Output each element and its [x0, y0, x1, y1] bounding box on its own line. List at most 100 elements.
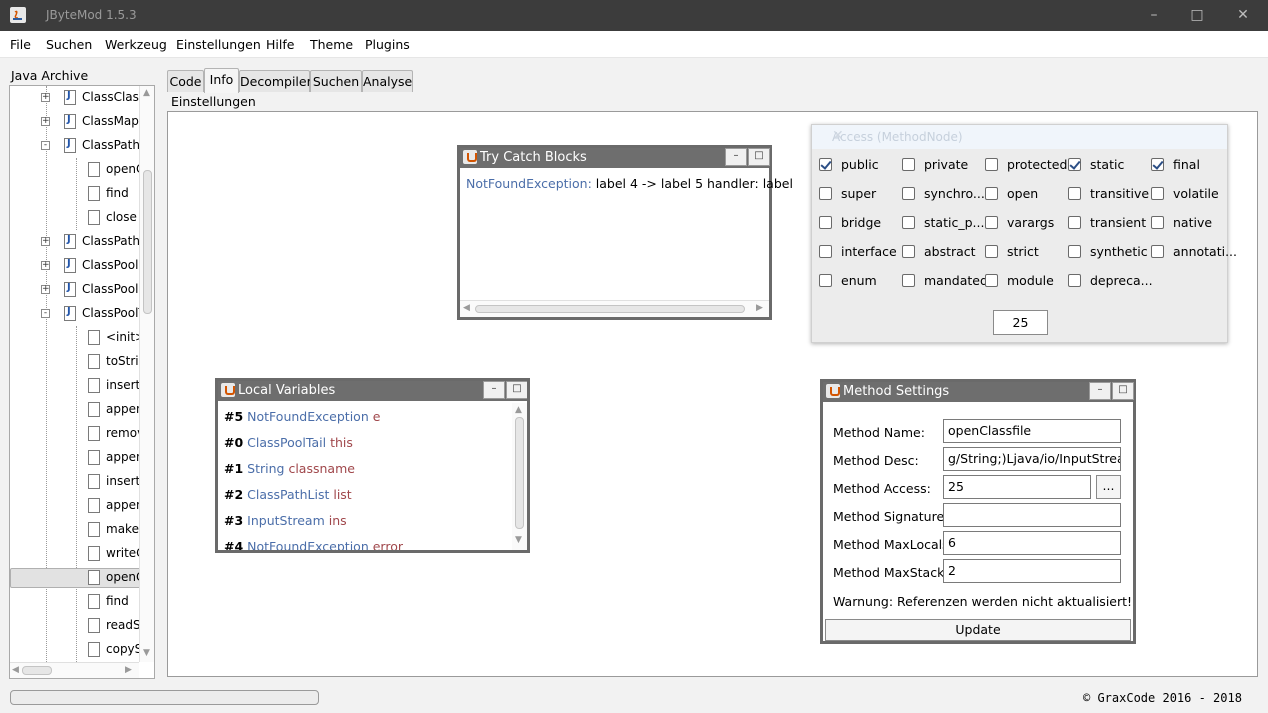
- expand-icon[interactable]: +: [41, 117, 50, 126]
- unchecked-box-icon[interactable]: [819, 187, 832, 200]
- try-catch-hscrollbar[interactable]: ◀ ▶: [460, 300, 769, 317]
- access-flag-checkbox[interactable]: synchro...: [902, 186, 985, 202]
- close-icon[interactable]: ✕: [1220, 0, 1266, 31]
- local-variable-row[interactable]: #4 NotFoundException error: [224, 539, 403, 550]
- tree-class-item[interactable]: +ClassClassP: [40, 88, 154, 110]
- method-desc-field[interactable]: g/String;)Ljava/io/InputStream;: [943, 447, 1121, 471]
- unchecked-box-icon[interactable]: [985, 216, 998, 229]
- unchecked-box-icon[interactable]: [819, 216, 832, 229]
- unchecked-box-icon[interactable]: [902, 216, 915, 229]
- edit-access-button[interactable]: ...: [1096, 475, 1121, 499]
- class-tree[interactable]: +ClassClassP+ClassMap.c-ClassPath.copenC…: [9, 85, 155, 679]
- access-flag-checkbox[interactable]: super: [819, 186, 899, 202]
- maximize-icon[interactable]: □: [1112, 382, 1134, 400]
- unchecked-box-icon[interactable]: [985, 158, 998, 171]
- scroll-up-icon[interactable]: ▲: [143, 88, 150, 98]
- access-flag-checkbox[interactable]: transitive: [1068, 186, 1149, 202]
- unchecked-box-icon[interactable]: [902, 187, 915, 200]
- checked-box-icon[interactable]: [1068, 158, 1081, 171]
- local-variable-row[interactable]: #0 ClassPoolTail this: [224, 435, 353, 450]
- try-catch-titlebar[interactable]: Try Catch Blocks – □: [460, 148, 770, 168]
- scroll-thumb[interactable]: [22, 666, 52, 675]
- minimize-icon[interactable]: –: [483, 381, 505, 399]
- collapse-icon[interactable]: -: [41, 309, 50, 318]
- unchecked-box-icon[interactable]: [1151, 245, 1164, 258]
- access-flag-checkbox[interactable]: depreca...: [1068, 273, 1153, 289]
- local-variable-row[interactable]: #5 NotFoundException e: [224, 409, 380, 424]
- method-settings-window[interactable]: Method Settings – □ Method Name: openCla…: [820, 379, 1136, 644]
- tree-class-item[interactable]: -ClassPath.c: [40, 136, 154, 158]
- try-catch-entry[interactable]: NotFoundException: label 4 -> label 5 ha…: [466, 176, 793, 191]
- unchecked-box-icon[interactable]: [819, 245, 832, 258]
- local-variable-row[interactable]: #1 String classname: [224, 461, 355, 476]
- tree-class-item[interactable]: +ClassMap.c: [40, 112, 154, 134]
- menu-hilfe[interactable]: Hilfe: [266, 37, 294, 52]
- access-value-field[interactable]: 25: [993, 310, 1048, 335]
- menu-plugins[interactable]: Plugins: [365, 37, 410, 52]
- tree-horizontal-scrollbar[interactable]: ◀ ▶: [10, 662, 139, 678]
- unchecked-box-icon[interactable]: [985, 274, 998, 287]
- access-titlebar[interactable]: Access (MethodNode) ✕: [812, 125, 1227, 149]
- access-flag-checkbox[interactable]: static_p...: [902, 215, 984, 231]
- tree-class-item[interactable]: + ClassPool$: [40, 256, 154, 278]
- tab-decompiler[interactable]: Decompiler: [239, 70, 312, 92]
- access-flag-checkbox[interactable]: abstract: [902, 244, 982, 260]
- local-variable-row[interactable]: #2 ClassPathList list: [224, 487, 352, 502]
- local-variable-row[interactable]: #3 InputStream ins: [224, 513, 347, 528]
- menu-einstellungen[interactable]: Einstellungen: [176, 37, 261, 52]
- unchecked-box-icon[interactable]: [902, 274, 915, 287]
- expand-icon[interactable]: +: [41, 93, 50, 102]
- expand-icon[interactable]: +: [41, 237, 50, 246]
- maximize-icon[interactable]: □: [748, 148, 770, 166]
- maximize-icon[interactable]: □: [1174, 0, 1220, 31]
- method-access-field[interactable]: 25: [943, 475, 1091, 499]
- minimize-icon[interactable]: –: [1131, 0, 1177, 31]
- access-flag-checkbox[interactable]: strict: [985, 244, 1065, 260]
- menu-file[interactable]: File: [10, 37, 31, 52]
- unchecked-box-icon[interactable]: [1151, 187, 1164, 200]
- access-flag-checkbox[interactable]: native: [1151, 215, 1231, 231]
- scroll-down-icon[interactable]: ▼: [515, 535, 522, 545]
- unchecked-box-icon[interactable]: [985, 187, 998, 200]
- method-maxstack-field[interactable]: 2: [943, 559, 1121, 583]
- access-flag-checkbox[interactable]: protected: [985, 157, 1067, 173]
- update-button[interactable]: Update: [825, 619, 1131, 641]
- expand-icon[interactable]: +: [41, 261, 50, 270]
- minimize-icon[interactable]: –: [1089, 382, 1111, 400]
- access-dialog[interactable]: Access (MethodNode) ✕ public private prote…: [811, 124, 1237, 343]
- scroll-up-icon[interactable]: ▲: [515, 405, 522, 415]
- local-variables-titlebar[interactable]: Local Variables – □: [218, 381, 527, 401]
- access-flag-checkbox[interactable]: bridge: [819, 215, 899, 231]
- access-flag-checkbox[interactable]: mandated: [902, 273, 988, 289]
- scroll-left-icon[interactable]: ◀: [12, 665, 19, 675]
- tab-analyse[interactable]: Analyse: [362, 70, 413, 92]
- scroll-left-icon[interactable]: ◀: [463, 303, 470, 313]
- local-variables-window[interactable]: Local Variables – □ #5 NotFoundException…: [215, 378, 530, 553]
- access-flag-checkbox[interactable]: enum: [819, 273, 899, 289]
- unchecked-box-icon[interactable]: [985, 245, 998, 258]
- unchecked-box-icon[interactable]: [1151, 216, 1164, 229]
- tree-class-item[interactable]: +ClassPool.c: [40, 280, 154, 302]
- access-flag-checkbox[interactable]: public: [819, 157, 899, 173]
- access-flag-checkbox[interactable]: open: [985, 186, 1065, 202]
- scroll-thumb[interactable]: [475, 305, 745, 313]
- tab-code[interactable]: Code: [167, 70, 204, 92]
- access-flag-checkbox[interactable]: annotati...: [1151, 244, 1237, 260]
- unchecked-box-icon[interactable]: [902, 158, 915, 171]
- access-flag-checkbox[interactable]: transient: [1068, 215, 1148, 231]
- scroll-down-icon[interactable]: ▼: [143, 648, 150, 658]
- access-flag-checkbox[interactable]: private: [902, 157, 982, 173]
- scroll-thumb[interactable]: [515, 417, 524, 529]
- unchecked-box-icon[interactable]: [1068, 187, 1081, 200]
- unchecked-box-icon[interactable]: [902, 245, 915, 258]
- access-flag-checkbox[interactable]: module: [985, 273, 1065, 289]
- status-scrollbar[interactable]: [10, 690, 319, 705]
- access-flag-checkbox[interactable]: varargs: [985, 215, 1065, 231]
- tab-suchen[interactable]: Suchen: [310, 70, 362, 92]
- minimize-icon[interactable]: –: [725, 148, 747, 166]
- method-signature-field[interactable]: [943, 503, 1121, 527]
- access-flag-checkbox[interactable]: volatile: [1151, 186, 1231, 202]
- access-flag-checkbox[interactable]: synthetic: [1068, 244, 1148, 260]
- checked-box-icon[interactable]: [1151, 158, 1164, 171]
- close-icon[interactable]: ✕: [832, 128, 1217, 144]
